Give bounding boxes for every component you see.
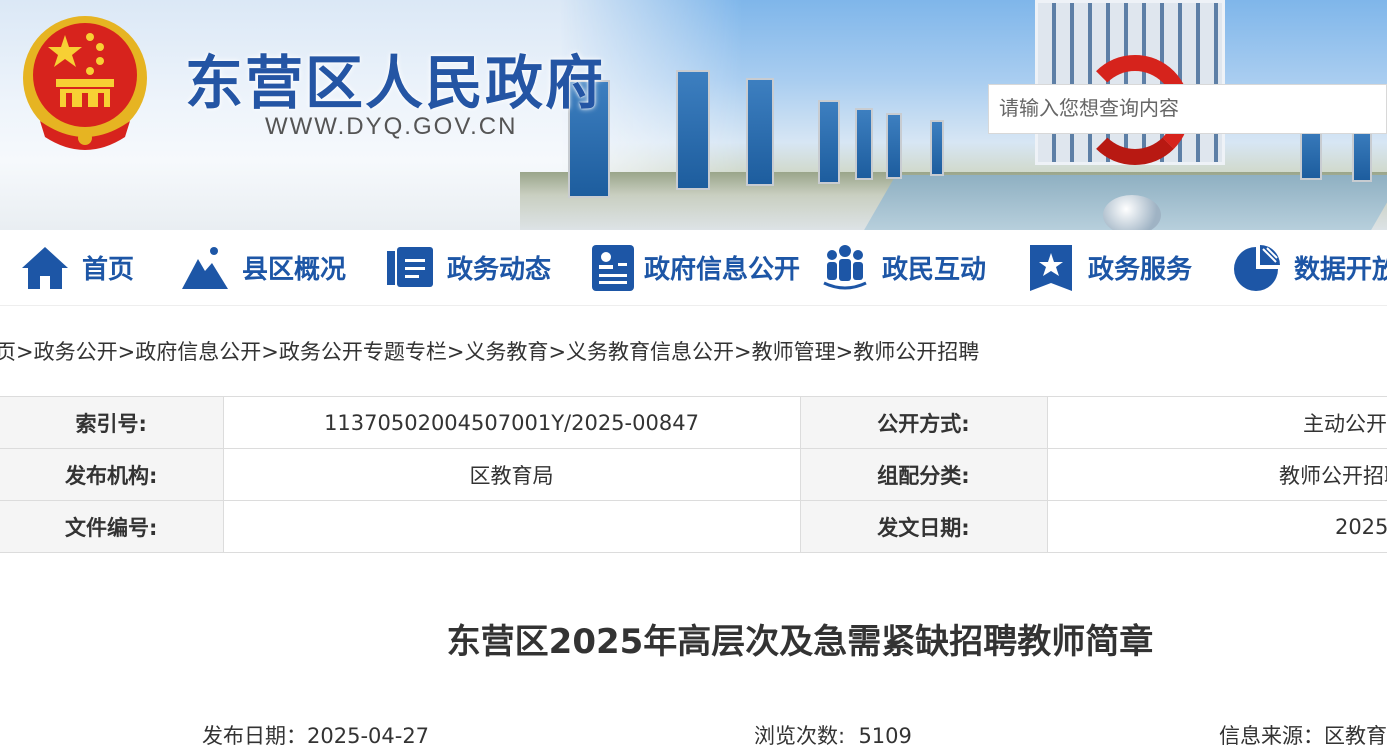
- search-input[interactable]: [988, 84, 1387, 134]
- table-row: 文件编号: 发文日期: 2025-04-27: [0, 500, 1387, 553]
- open-method-cell: 主动公开: [1047, 396, 1387, 449]
- banner-pillar: [1352, 126, 1372, 182]
- breadcrumb-link[interactable]: 政务公开: [34, 340, 118, 364]
- main-nav: 首页 县区概况 政务动态 政府信息公开 政民互动 政务服务 数据开放: [0, 230, 1387, 306]
- article-title: 东营区2025年高层次及急需紧缺招聘教师简章: [446, 622, 1154, 662]
- index-label: 索引号:: [0, 396, 224, 449]
- mountain-icon: [180, 243, 230, 293]
- table-row: 索引号: 11370502004507001Y/2025-00847 公开方式:…: [0, 396, 1387, 449]
- nav-item-label: 首页: [82, 255, 135, 285]
- breadcrumb-link[interactable]: 义务教育信息公开: [566, 340, 734, 364]
- star-badge-icon: [1026, 243, 1076, 293]
- nav-item-news[interactable]: 政务动态: [385, 230, 551, 305]
- issue-date-cell: 2025-04-27: [1047, 500, 1387, 553]
- open-method-value: 主动公开: [1303, 411, 1387, 436]
- category-label: 组配分类:: [800, 448, 1048, 501]
- nav-item-label: 政务动态: [447, 255, 552, 285]
- open-method-label: 公开方式:: [800, 396, 1048, 449]
- view-count-label: 浏览次数:: [754, 724, 846, 748]
- nav-item-interaction[interactable]: 政民互动: [820, 230, 986, 305]
- nav-item-label: 政府信息公开: [644, 255, 801, 285]
- breadcrumb-link[interactable]: 页: [0, 340, 16, 364]
- table-row: 发布机构: 区教育局 组配分类: 教师公开招聘: [0, 448, 1387, 501]
- document-icon: [588, 243, 638, 293]
- info-table: 索引号: 11370502004507001Y/2025-00847 公开方式:…: [0, 396, 1387, 553]
- info-source: 信息来源：区教育局: [1219, 724, 1387, 748]
- nav-item-open-data[interactable]: 数据开放: [1232, 230, 1387, 305]
- pie-chart-icon: [1232, 243, 1282, 293]
- issue-date-label: 发文日期:: [800, 500, 1048, 553]
- banner-pillar: [746, 78, 774, 186]
- breadcrumb-link[interactable]: 教师管理: [752, 340, 836, 364]
- publisher-value: 区教育局: [223, 448, 801, 501]
- doc-number-value: [223, 500, 801, 553]
- nav-item-services[interactable]: 政务服务: [1026, 230, 1192, 305]
- nav-item-label: 县区概况: [242, 255, 347, 285]
- publish-date: 发布日期：2025-04-27: [202, 724, 430, 748]
- banner-pillar: [818, 100, 840, 184]
- home-icon: [20, 243, 70, 293]
- breadcrumb: 页>政务公开>政府信息公开>政务公开专题专栏>义务教育>义务教育信息公开>教师管…: [0, 336, 979, 366]
- banner-pillar: [676, 70, 710, 190]
- banner-sphere: [1103, 195, 1161, 230]
- nav-item-label: 数据开放: [1294, 255, 1387, 285]
- header-banner: 东营区人民政府 WWW.DYQ.GOV.CN: [0, 0, 1387, 230]
- news-icon: [385, 243, 435, 293]
- breadcrumb-link[interactable]: 政务公开专题专栏: [279, 340, 447, 364]
- breadcrumb-link[interactable]: 政府信息公开: [135, 340, 261, 364]
- nav-item-label: 政民互动: [882, 255, 987, 285]
- view-count: 浏览次数: 5109: [754, 720, 912, 750]
- index-value: 11370502004507001Y/2025-00847: [223, 396, 801, 449]
- nav-item-overview[interactable]: 县区概况: [180, 230, 346, 305]
- issue-date-value: 2025-04-27: [1334, 514, 1387, 539]
- doc-number-label: 文件编号:: [0, 500, 224, 553]
- banner-pillar: [930, 120, 944, 176]
- site-title: 东营区人民政府: [185, 49, 606, 117]
- publisher-label: 发布机构:: [0, 448, 224, 501]
- site-url: WWW.DYQ.GOV.CN: [265, 113, 518, 140]
- category-value: 教师公开招聘: [1279, 463, 1387, 488]
- banner-pillar: [855, 108, 873, 180]
- breadcrumb-link[interactable]: 义务教育: [464, 340, 548, 364]
- nav-item-home[interactable]: 首页: [20, 230, 134, 305]
- people-icon: [820, 243, 870, 293]
- breadcrumb-link[interactable]: 教师公开招聘: [853, 340, 979, 364]
- nav-item-label: 政务服务: [1088, 255, 1193, 285]
- nav-item-info-disclosure[interactable]: 政府信息公开: [588, 230, 800, 305]
- national-emblem-icon: [23, 16, 147, 150]
- view-count-value: 5109: [858, 724, 912, 748]
- banner-pillar: [886, 113, 902, 179]
- category-cell: 教师公开招聘: [1047, 448, 1387, 501]
